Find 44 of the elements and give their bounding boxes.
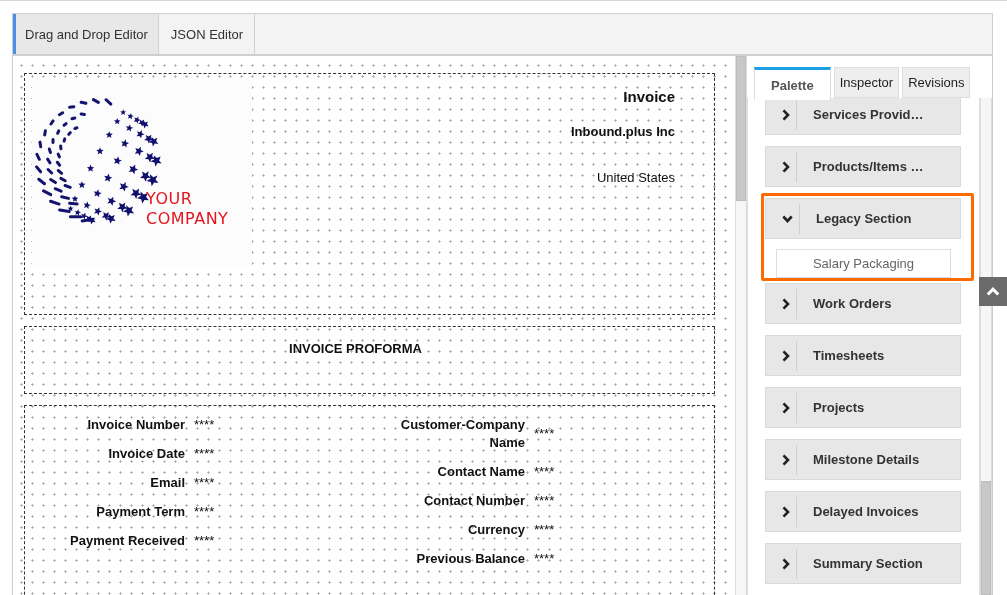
field-label: Currency	[466, 520, 525, 539]
field-value: ****	[194, 415, 215, 434]
field-value: ****	[194, 444, 215, 463]
field-value: ****	[534, 491, 555, 510]
scroll-top-button[interactable]	[979, 277, 1007, 306]
accordion-header[interactable]: Work Orders	[765, 283, 961, 324]
field-label: Contact Number	[422, 491, 525, 510]
panel-tab[interactable]: Revisions	[902, 67, 971, 98]
field-label: Invoice Date	[107, 444, 185, 463]
chevron-up-icon	[986, 287, 1000, 296]
palette-item[interactable]: Salary Packaging	[776, 249, 951, 278]
accordion-header[interactable]: Delayed Invoices	[765, 491, 961, 532]
field-label: Payment Received	[69, 531, 185, 550]
field-value: ****	[194, 531, 215, 550]
field-label: Customer-Company Name	[399, 415, 525, 452]
field-value: ****	[534, 424, 555, 443]
field-value: ****	[534, 520, 555, 539]
field-label: Email	[149, 473, 185, 492]
accordion-header[interactable]: Summary Section	[765, 543, 961, 584]
editor-tab[interactable]: Drag and Drop Editor	[13, 14, 159, 54]
field-value: ****	[194, 473, 215, 492]
company-name: Inbound.plus Inc	[571, 124, 675, 140]
country-text: United States	[596, 170, 675, 186]
accordion-header[interactable]: Services Provid…	[765, 98, 961, 135]
accordion-header[interactable]: Products/Items …	[765, 146, 961, 187]
scrollbar-thumb[interactable]	[981, 481, 991, 595]
accordion-header[interactable]: Legacy Section	[765, 198, 961, 239]
panel-tab[interactable]: Palette	[754, 67, 831, 100]
field-label: Contact Name	[436, 462, 525, 481]
field-label: Payment Term	[95, 502, 185, 521]
accordion-header[interactable]: Milestone Details	[765, 439, 961, 480]
field-label: Invoice Number	[86, 415, 185, 434]
logo-wordmark: YOUR COMPANY	[146, 189, 229, 228]
invoice-title: Invoice	[623, 88, 675, 106]
field-label: Previous Balance	[415, 549, 525, 568]
editor-tab[interactable]: JSON Editor	[158, 14, 256, 54]
field-value: ****	[534, 549, 555, 568]
accordion-header[interactable]: Timesheets	[765, 335, 961, 376]
accordion-header[interactable]: Projects	[765, 387, 961, 428]
field-value: ****	[534, 462, 555, 481]
panel-tab[interactable]: Inspector	[833, 67, 900, 98]
scrollbar-thumb[interactable]	[736, 56, 746, 201]
banner-title: INVOICE PROFORMA	[289, 340, 422, 358]
field-value: ****	[194, 502, 215, 521]
